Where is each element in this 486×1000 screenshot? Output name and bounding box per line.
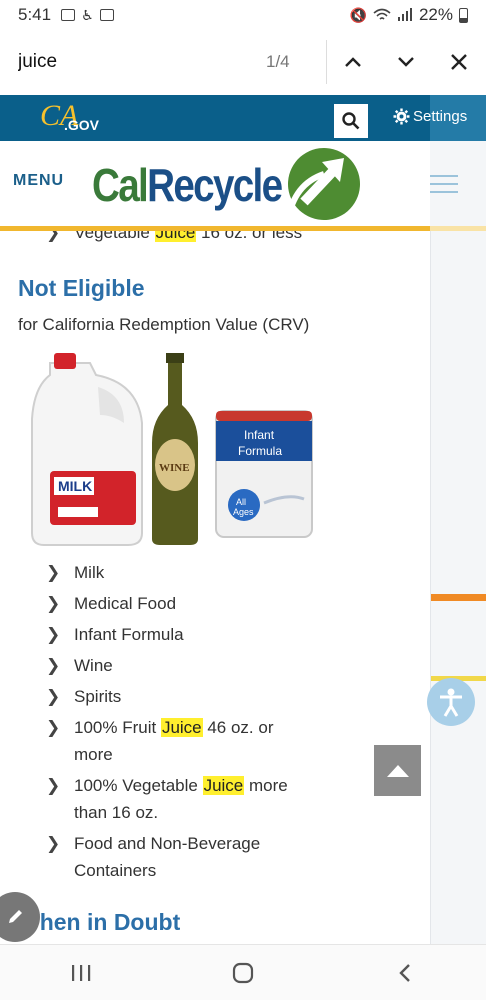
brand-recycle: Recycle bbox=[147, 159, 283, 211]
formula-can-illustration: Infant Formula All Ages bbox=[215, 410, 313, 538]
gear-icon bbox=[393, 108, 410, 125]
not-eligible-products-image: MILK WINE Infant Formula All Ages bbox=[31, 353, 313, 546]
ca-gov-logo[interactable]: CA .GOV bbox=[40, 99, 99, 133]
back-icon bbox=[399, 963, 410, 982]
chevron-right-icon: ❯ bbox=[46, 687, 61, 706]
find-input[interactable] bbox=[18, 51, 258, 73]
wine-label-text: WINE bbox=[159, 462, 190, 474]
recent-apps-button[interactable] bbox=[51, 949, 111, 997]
find-match-count: 1/4 bbox=[266, 52, 290, 71]
list-item: ❯ 100% Vegetable Juice more than 16 oz. bbox=[46, 772, 296, 826]
battery-icon bbox=[459, 7, 468, 23]
close-icon bbox=[451, 54, 468, 70]
find-close-button[interactable] bbox=[433, 30, 486, 94]
settings-label: Settings bbox=[413, 108, 468, 125]
find-highlight: Juice bbox=[154, 231, 197, 242]
list-item-text: Milk bbox=[74, 563, 105, 582]
find-next-button[interactable] bbox=[380, 30, 433, 94]
when-in-doubt-heading: When in Doubt bbox=[18, 909, 181, 935]
scroll-to-top-button[interactable] bbox=[374, 745, 421, 796]
wine-bottle-illustration: WINE bbox=[152, 353, 198, 545]
find-highlight: Juice bbox=[160, 718, 203, 737]
home-icon bbox=[232, 962, 254, 983]
list-item: ❯ 100% Fruit Juice 46 oz. or more bbox=[46, 714, 296, 768]
formula-badge-line1: All bbox=[236, 497, 246, 507]
triangle-up-icon bbox=[386, 764, 409, 777]
search-button[interactable] bbox=[334, 104, 368, 138]
list-item-text: Food and Non-Beverage Containers bbox=[74, 834, 261, 880]
calrecycle-logo[interactable]: CalRecycle bbox=[92, 158, 283, 212]
menu-button[interactable]: MENU bbox=[13, 172, 64, 190]
formula-label-line1: Infant bbox=[244, 428, 275, 442]
formula-badge-line2: Ages bbox=[233, 507, 254, 517]
chevron-right-icon: ❯ bbox=[46, 776, 61, 795]
mute-icon: 🔇 bbox=[349, 6, 367, 23]
list-item: ❯ Wine bbox=[46, 652, 296, 679]
brand-cal: Cal bbox=[92, 159, 149, 211]
gallery-icon bbox=[99, 9, 114, 21]
status-time: 5:41 bbox=[18, 5, 52, 24]
list-item: ❯ Infant Formula bbox=[46, 621, 296, 648]
ca-logo-suffix: .GOV bbox=[64, 117, 100, 133]
status-bar: 5:41 ♿ 🔇 22% bbox=[0, 0, 486, 30]
chevron-down-icon bbox=[398, 57, 415, 67]
list-item-text: Medical Food bbox=[74, 594, 177, 613]
milk-label-text: MILK bbox=[58, 478, 92, 494]
list-item-text: 100% Vegetable bbox=[74, 776, 203, 795]
pencil-icon bbox=[9, 910, 22, 923]
list-item: ❯ Milk bbox=[46, 559, 296, 586]
chevron-right-icon: ❯ bbox=[46, 718, 61, 737]
wifi-icon bbox=[373, 8, 391, 20]
list-item: ❯ Medical Food bbox=[46, 590, 296, 617]
signal-icon bbox=[397, 8, 412, 21]
accessibility-icon bbox=[440, 688, 462, 717]
chevron-right-icon: ❯ bbox=[46, 563, 61, 582]
crv-subtitle: for California Redemption Value (CRV) bbox=[18, 315, 310, 334]
list-item-text: 100% Fruit bbox=[74, 718, 161, 737]
find-in-page-bar: 1/4 bbox=[0, 30, 486, 94]
list-item: ❯ Spirits bbox=[46, 683, 296, 710]
right-overlay-strip bbox=[430, 231, 486, 944]
chevron-up-icon bbox=[345, 57, 361, 67]
find-highlight: Juice bbox=[202, 776, 245, 795]
system-nav-bar bbox=[0, 944, 486, 1000]
accessibility-status-icon: ♿ bbox=[81, 6, 94, 23]
recent-apps-icon bbox=[72, 964, 91, 981]
chevron-right-icon: ❯ bbox=[46, 656, 61, 675]
list-item-text: Spirits bbox=[74, 687, 122, 706]
cutoff-text: Vegetable bbox=[74, 231, 155, 242]
list-item-text: Wine bbox=[74, 656, 113, 675]
not-eligible-heading: Not Eligible bbox=[18, 275, 145, 301]
chevron-right-icon: ❯ bbox=[46, 625, 61, 644]
recycle-leaf-icon bbox=[285, 148, 360, 221]
chevron-right-icon: ❯ bbox=[46, 834, 61, 853]
search-icon bbox=[342, 112, 360, 130]
chevron-right-icon: ❯ bbox=[46, 594, 61, 613]
main-content: ❯ Vegetable Juice 16 oz. or less Not Elig… bbox=[0, 231, 430, 944]
battery-text: 22% bbox=[418, 5, 453, 24]
side-orange-rule bbox=[431, 594, 486, 601]
milk-jug-illustration: MILK bbox=[31, 353, 143, 546]
home-button[interactable] bbox=[213, 949, 273, 997]
list-item-text: Infant Formula bbox=[74, 625, 184, 644]
formula-label-line2: Formula bbox=[238, 444, 282, 458]
messages-icon bbox=[61, 9, 76, 21]
back-button[interactable] bbox=[375, 949, 435, 997]
list-item: ❯ Food and Non-Beverage Containers bbox=[46, 830, 296, 884]
list-item-cutoff: ❯ Vegetable Juice 16 oz. or less bbox=[46, 231, 302, 243]
not-eligible-list: ❯ Milk ❯ Medical Food ❯ Infant Formula ❯ Win… bbox=[46, 559, 296, 888]
settings-button[interactable]: Settings bbox=[393, 108, 467, 125]
cutoff-text-end: 16 oz. or less bbox=[196, 231, 303, 242]
find-previous-button[interactable] bbox=[327, 30, 380, 94]
hamburger-menu-icon[interactable] bbox=[430, 175, 458, 199]
chevron-right-icon: ❯ bbox=[46, 231, 61, 242]
accessibility-button[interactable] bbox=[427, 678, 475, 726]
